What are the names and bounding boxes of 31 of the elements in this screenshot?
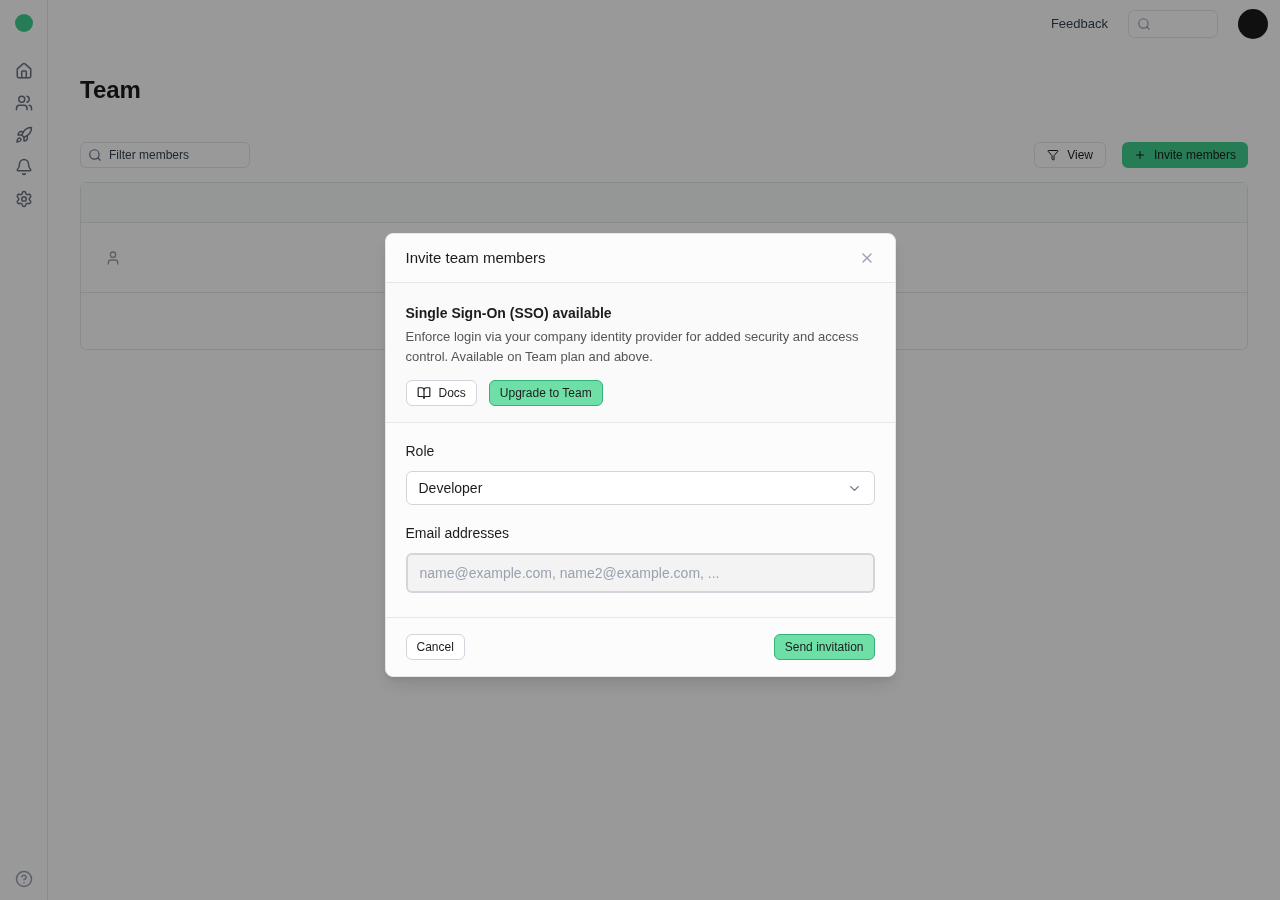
notice-title: Single Sign-On (SSO) available [405, 304, 613, 323]
emails-field[interactable]: name@example.com, name2@example.com, ... [405, 553, 875, 593]
help-icon[interactable] [14, 870, 33, 888]
view-button[interactable]: View [1034, 142, 1106, 168]
home-icon[interactable] [14, 62, 33, 80]
plus-icon [1133, 149, 1146, 161]
avatar-icon[interactable] [1238, 9, 1268, 39]
cancel-button[interactable]: Cancel [405, 634, 465, 660]
invite-button[interactable]: Invite members [1121, 142, 1248, 168]
settings-icon[interactable] [14, 190, 33, 208]
logo-icon [14, 14, 33, 32]
book-icon [416, 386, 431, 400]
bell-icon[interactable] [14, 158, 33, 176]
docs-button[interactable]: Docs [405, 380, 477, 406]
dialog-title: Invite team members [405, 247, 546, 268]
search-field[interactable] [1128, 10, 1218, 38]
search-icon [88, 148, 102, 162]
role-label: Role [405, 442, 436, 461]
user-icon [105, 249, 121, 266]
notice-text: Enforce login via your company identity provider for added security and access control. Available on Team plan and above. [405, 328, 860, 366]
search-icon [1137, 17, 1151, 31]
feedback-link[interactable]: Feedback [1050, 14, 1108, 34]
filter-field[interactable]: Filter members [80, 142, 250, 168]
role-select[interactable]: Developer [405, 471, 875, 505]
rocket-icon[interactable] [14, 126, 33, 144]
page-title: Team [80, 75, 142, 105]
users-icon[interactable] [14, 94, 33, 112]
send-button[interactable]: Send invitation [773, 634, 875, 660]
emails-label: Email addresses [405, 524, 510, 543]
upgrade-button[interactable]: Upgrade to Team [488, 380, 603, 406]
filter-icon [1047, 149, 1060, 161]
